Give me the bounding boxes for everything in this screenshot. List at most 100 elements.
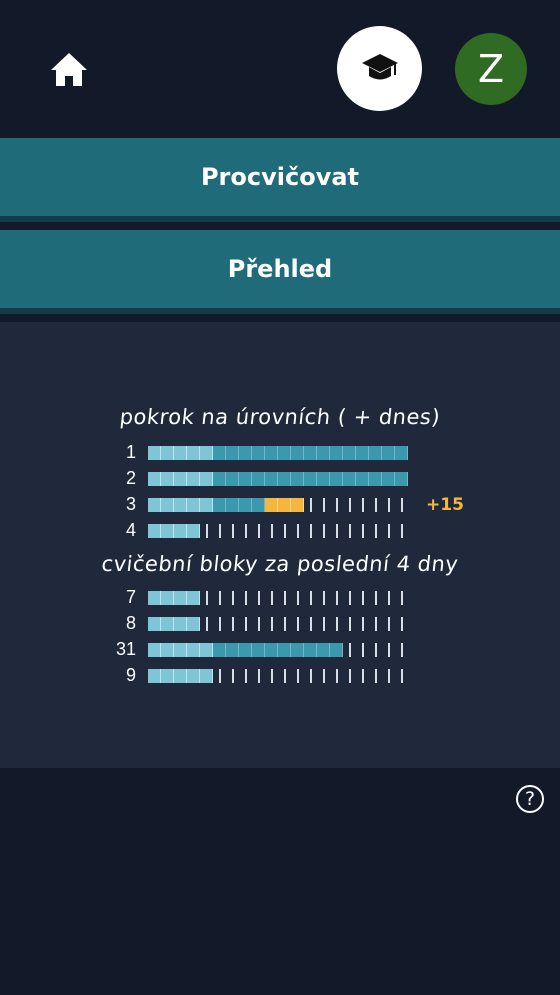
blocks-bar-segment (226, 669, 239, 683)
blocks-bar (148, 591, 408, 605)
blocks-bar-segment (330, 643, 343, 657)
progress-bar (148, 498, 408, 512)
progress-bar-segment (161, 472, 174, 486)
blocks-bar (148, 669, 408, 683)
progress-bar-segment (200, 498, 213, 512)
home-button[interactable] (48, 50, 90, 90)
blocks-bar-segment (369, 643, 382, 657)
blocks-bar-segment (200, 617, 213, 631)
blocks-bar-segment (369, 617, 382, 631)
blocks-bar-segment (226, 643, 239, 657)
progress-bar-segment (395, 524, 408, 538)
blocks-bar-segment (382, 617, 395, 631)
blocks-bar-segment (395, 617, 408, 631)
blocks-bar-segment (174, 617, 187, 631)
progress-bar-segment (317, 498, 330, 512)
overview-label: Přehled (227, 255, 333, 283)
user-avatar[interactable]: Z (455, 33, 527, 105)
help-button[interactable]: ? (516, 785, 544, 813)
overview-button[interactable]: Přehled (0, 230, 560, 314)
progress-bar-segment (330, 472, 343, 486)
blocks-bar-segment (343, 617, 356, 631)
blocks-bar-segment (174, 643, 187, 657)
blocks-heading: cvičební bloky za poslední 4 dny (100, 552, 460, 576)
blocks-bar-segment (330, 617, 343, 631)
avatar-letter: Z (477, 47, 505, 91)
progress-bar-segment (304, 524, 317, 538)
progress-bar-segment (174, 524, 187, 538)
progress-bar-segment (187, 524, 200, 538)
progress-bar-segment (317, 524, 330, 538)
blocks-bar-segment (317, 617, 330, 631)
progress-bar (148, 524, 408, 538)
blocks-bar-segment (148, 643, 161, 657)
progress-bar-segment (161, 446, 174, 460)
progress-bar-segment (200, 472, 213, 486)
blocks-bar-segment (252, 591, 265, 605)
progress-bar (148, 472, 408, 486)
progress-bar-segment (382, 472, 395, 486)
progress-row-label: 4 (125, 520, 136, 540)
blocks-bar-segment (356, 669, 369, 683)
blocks-bar-segment (148, 591, 161, 605)
progress-bar-segment (382, 446, 395, 460)
progress-heading: pokrok na úrovních ( + dnes) (118, 405, 442, 429)
progress-bar-segment (226, 446, 239, 460)
blocks-bar-segment (317, 669, 330, 683)
blocks-bar-segment (369, 591, 382, 605)
blocks-bar-segment (291, 591, 304, 605)
progress-bar-segment (239, 524, 252, 538)
practice-button[interactable]: Procvičovat (0, 138, 560, 222)
progress-bar-segment (148, 446, 161, 460)
blocks-bar-segment (213, 617, 226, 631)
progress-bar-segment (148, 524, 161, 538)
blocks-bar-segment (148, 617, 161, 631)
blocks-bar-segment (278, 669, 291, 683)
progress-bar-segment (395, 446, 408, 460)
progress-bar-segment (356, 524, 369, 538)
progress-bar-segment (369, 524, 382, 538)
blocks-bar-segment (213, 669, 226, 683)
blocks-bar-segment (278, 643, 291, 657)
progress-bar-segment (174, 498, 187, 512)
blocks-bar-segment (265, 617, 278, 631)
progress-bar-segment (161, 498, 174, 512)
progress-bar-segment (369, 498, 382, 512)
blocks-bar-segment (265, 669, 278, 683)
blocks-bar-segment (239, 643, 252, 657)
progress-bar-segment (200, 524, 213, 538)
progress-bar-segment (187, 472, 200, 486)
progress-bar-segment (343, 498, 356, 512)
blocks-bar-segment (356, 617, 369, 631)
blocks-bar-segment (239, 669, 252, 683)
blocks-bar-segment (252, 617, 265, 631)
blocks-bar-segment (304, 591, 317, 605)
progress-bar (148, 446, 408, 460)
progress-bar-segment (278, 472, 291, 486)
progress-bar-segment (187, 498, 200, 512)
today-increment: +15 (426, 495, 464, 515)
courses-button[interactable] (337, 26, 422, 111)
progress-bar-segment (187, 446, 200, 460)
blocks-row-label: 7 (125, 587, 136, 607)
blocks-bar-segment (395, 669, 408, 683)
blocks-bar-segment (291, 643, 304, 657)
blocks-bar-segment (278, 617, 291, 631)
progress-bar-segment (226, 472, 239, 486)
progress-bar-segment (213, 524, 226, 538)
progress-bar-segment (265, 524, 278, 538)
blocks-bar-segment (304, 643, 317, 657)
graduation-cap-icon (361, 53, 398, 79)
blocks-bar-segment (252, 643, 265, 657)
blocks-bar-segment (148, 669, 161, 683)
progress-bar-segment (356, 446, 369, 460)
blocks-bar-segment (161, 669, 174, 683)
progress-bar-segment (213, 498, 226, 512)
progress-bar-segment (330, 446, 343, 460)
progress-bar-segment (330, 498, 343, 512)
blocks-bar-segment (343, 669, 356, 683)
blocks-bar-segment (200, 669, 213, 683)
blocks-bar-segment (187, 669, 200, 683)
progress-bar-segment (317, 446, 330, 460)
blocks-bar-segment (174, 669, 187, 683)
